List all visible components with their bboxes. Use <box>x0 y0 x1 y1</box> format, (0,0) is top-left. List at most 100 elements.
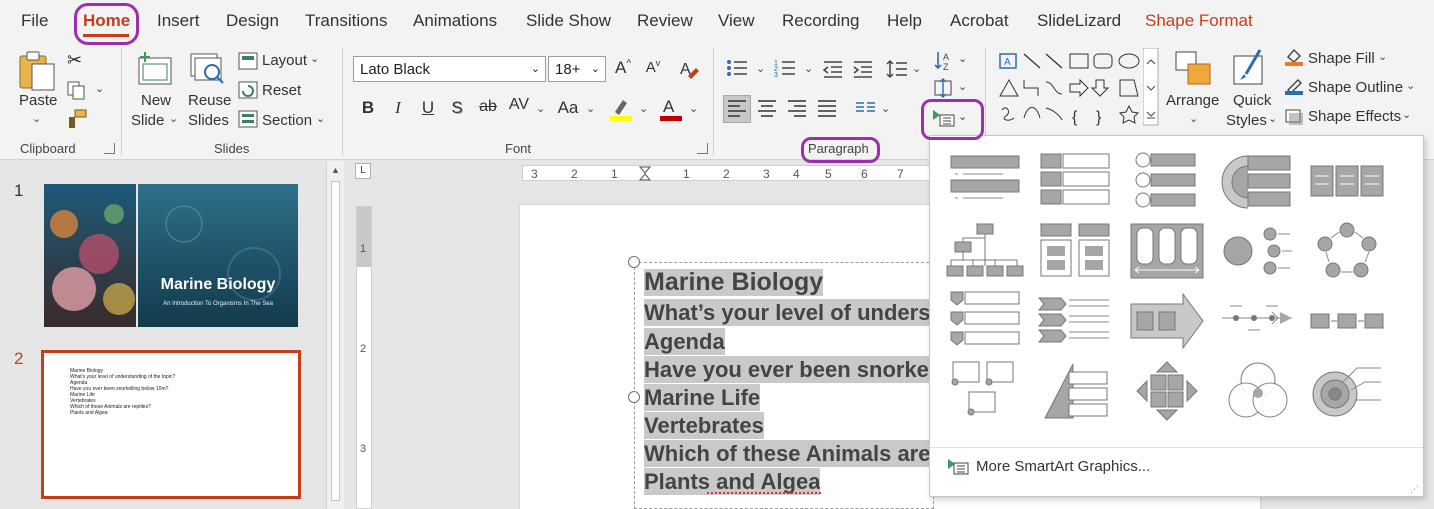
smartart-venn[interactable] <box>1218 360 1298 422</box>
chevron-down-icon[interactable]: ⌄ <box>1189 112 1198 125</box>
tab-animations[interactable]: Animations <box>413 11 497 31</box>
new-slide-label-2[interactable]: Slide <box>131 112 164 129</box>
chevron-down-icon[interactable]: ⌄ <box>169 112 178 125</box>
chevron-down-icon[interactable]: ⌄ <box>689 102 698 115</box>
more-smartart-graphics-link[interactable]: More SmartArt Graphics... <box>976 458 1150 475</box>
smartart-basic-process[interactable] <box>1307 290 1387 352</box>
smartart-vertical-bullet-list[interactable] <box>945 150 1025 212</box>
columns-icon[interactable] <box>855 101 877 115</box>
paste-icon[interactable] <box>18 50 58 92</box>
numbering-icon[interactable]: 123 <box>774 58 796 78</box>
tab-design[interactable]: Design <box>226 11 279 31</box>
resize-handle[interactable] <box>628 391 640 403</box>
italic-button[interactable]: I <box>387 98 409 118</box>
smartart-radial-list[interactable] <box>1218 220 1298 282</box>
format-painter-icon[interactable] <box>66 108 88 130</box>
highlight-color-icon[interactable] <box>609 96 633 122</box>
arrange-label[interactable]: Arrange <box>1166 92 1219 109</box>
chevron-down-icon[interactable]: ⌄ <box>316 112 325 125</box>
dialog-launcher-icon[interactable] <box>697 143 708 154</box>
align-right-icon[interactable] <box>787 99 807 117</box>
slide-text-line[interactable]: What’s your level of unders <box>644 299 930 326</box>
tab-slidelizard[interactable]: SlideLizard <box>1037 11 1121 31</box>
smartart-hierarchy[interactable] <box>945 220 1025 282</box>
chevron-down-icon[interactable]: ⌄ <box>912 62 921 75</box>
justify-icon[interactable] <box>817 99 837 117</box>
tab-file[interactable]: File <box>21 11 48 31</box>
new-slide-label[interactable]: New <box>133 92 179 109</box>
slide-thumbnail-1[interactable]: Marine Biology An Introduction To Organi… <box>44 184 298 327</box>
paste-label[interactable]: Paste <box>19 92 57 109</box>
shrink-font-button[interactable]: Av <box>642 58 664 76</box>
font-color-icon[interactable]: A <box>659 96 683 122</box>
shape-fill-button[interactable]: Shape Fill <box>1308 50 1375 67</box>
indent-marker-icon[interactable] <box>639 166 651 188</box>
reuse-slides-label[interactable]: Reuse <box>188 92 231 109</box>
reuse-slides-label-2[interactable]: Slides <box>188 112 229 129</box>
tab-selector-icon[interactable]: L <box>355 163 371 179</box>
smartart-timeline[interactable] <box>1218 290 1298 352</box>
bold-button[interactable]: B <box>357 98 379 118</box>
increase-indent-icon[interactable] <box>852 60 874 78</box>
chevron-down-icon[interactable]: ⌄ <box>531 62 540 75</box>
slide-text-line[interactable]: Agenda <box>644 328 725 355</box>
tab-help[interactable]: Help <box>887 11 922 31</box>
chevron-down-icon[interactable]: ⌄ <box>1378 50 1387 63</box>
layout-icon[interactable] <box>238 52 258 70</box>
strikethrough-button[interactable]: ab <box>477 98 499 116</box>
slide-text-line[interactable]: Vertebrates <box>644 412 764 439</box>
scroll-up-icon[interactable]: ▲ <box>331 165 340 175</box>
underline-button[interactable]: U <box>417 98 439 118</box>
chevron-down-icon[interactable]: ⌄ <box>95 82 104 95</box>
shapes-gallery[interactable]: A { } <box>996 48 1142 126</box>
smartart-target[interactable] <box>1307 360 1387 422</box>
smartart-stacked-list[interactable] <box>1035 150 1115 212</box>
align-center-icon[interactable] <box>757 99 777 117</box>
reuse-slides-icon[interactable] <box>189 52 227 88</box>
thumbnail-scrollbar[interactable]: ▲ <box>326 161 344 509</box>
shape-effects-button[interactable]: Shape Effects <box>1308 108 1401 125</box>
layout-button[interactable]: Layout <box>262 52 307 69</box>
chevron-down-icon[interactable]: ⌄ <box>591 62 600 75</box>
text-shadow-button[interactable]: S <box>446 98 468 118</box>
dialog-launcher-icon[interactable] <box>104 143 115 154</box>
section-icon[interactable] <box>238 110 258 128</box>
text-direction-icon[interactable]: AZ <box>932 50 954 72</box>
character-spacing-button[interactable]: AV <box>506 96 532 114</box>
new-slide-icon[interactable] <box>137 50 175 86</box>
slide-text-line[interactable]: Marine Life <box>644 384 761 411</box>
slide-thumbnail-2[interactable]: Marine Biology What's your level of unde… <box>41 350 301 499</box>
resize-grip-icon[interactable]: ⋰ <box>1410 484 1419 495</box>
chevron-down-icon[interactable]: ⌄ <box>1268 112 1277 125</box>
change-case-button[interactable]: Aa <box>555 98 581 118</box>
smartart-horizontal-list[interactable] <box>1307 150 1387 212</box>
smartart-process-arrows[interactable] <box>1127 290 1207 352</box>
tab-recording[interactable]: Recording <box>782 11 860 31</box>
tab-slide-show[interactable]: Slide Show <box>526 11 611 31</box>
quick-styles-label-2[interactable]: Styles <box>1226 112 1267 129</box>
slide-text-line[interactable]: Plants and Algea <box>644 468 821 495</box>
chevron-down-icon[interactable]: ⌄ <box>310 52 319 65</box>
shape-fill-icon[interactable] <box>1284 47 1304 67</box>
reset-icon[interactable] <box>238 81 258 99</box>
smartart-basic-cycle[interactable] <box>1307 220 1387 282</box>
smartart-chevron-list[interactable] <box>1035 290 1115 352</box>
chevron-down-icon[interactable]: ⌄ <box>536 102 545 115</box>
chevron-down-icon[interactable]: ⌄ <box>639 102 648 115</box>
section-button[interactable]: Section <box>262 112 312 129</box>
align-text-icon[interactable] <box>932 78 954 98</box>
align-left-icon[interactable] <box>727 99 747 117</box>
shapes-scroll-icon[interactable] <box>1143 48 1159 126</box>
shape-effects-icon[interactable] <box>1284 106 1304 126</box>
slide-text-line[interactable]: Which of these Animals are <box>644 440 930 467</box>
chevron-down-icon[interactable]: ⌄ <box>756 62 765 75</box>
grow-font-button[interactable]: A^ <box>612 58 634 78</box>
smartart-matrix[interactable] <box>1127 360 1207 422</box>
slide-text-line[interactable]: Have you ever been snorke <box>644 356 930 383</box>
smartart-table-hierarchy[interactable] <box>1035 220 1115 282</box>
tab-review[interactable]: Review <box>637 11 693 31</box>
chevron-down-icon[interactable]: ⌄ <box>804 62 813 75</box>
quick-styles-icon[interactable] <box>1232 48 1268 88</box>
shape-outline-button[interactable]: Shape Outline <box>1308 79 1403 96</box>
tab-acrobat[interactable]: Acrobat <box>950 11 1009 31</box>
